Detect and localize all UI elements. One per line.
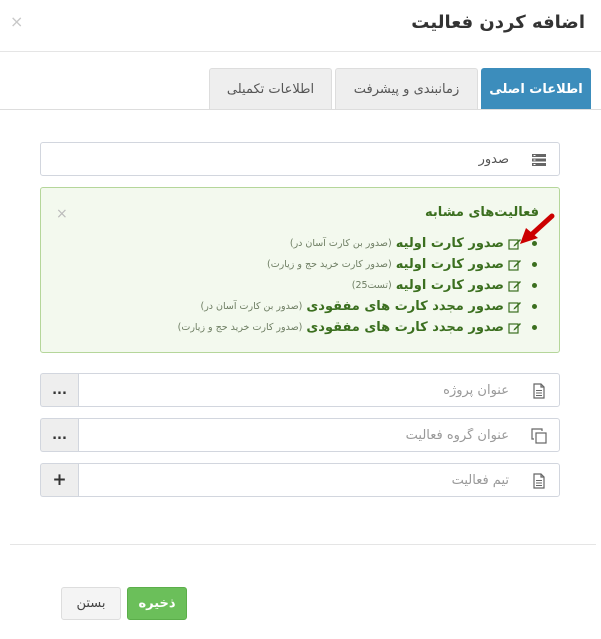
project-input[interactable] — [79, 374, 559, 406]
team-group: + — [40, 463, 560, 497]
activity-name-input[interactable] — [41, 143, 559, 175]
copy-icon — [531, 428, 547, 444]
bullet — [532, 283, 537, 288]
activity-name-box — [40, 142, 560, 176]
modal-header: اضافه کردن فعالیت × — [0, 0, 601, 52]
activity-detail: (تست25) — [351, 280, 392, 291]
activity-name: صدور کارت اولیه — [395, 278, 504, 293]
activity-detail: (صدور کارت خرید حج و زیارت) — [267, 259, 392, 270]
list-item[interactable]: صدور کارت اولیه (تست25) — [178, 275, 537, 296]
activity-group-group: ... — [40, 418, 560, 452]
list-item[interactable]: صدور مجدد کارت های مفقودی (صدور کارت خری… — [178, 317, 537, 338]
team-box — [78, 463, 560, 497]
activity-name: صدور مجدد کارت های مفقودی — [306, 299, 504, 314]
bullet — [532, 262, 537, 267]
activity-name: صدور مجدد کارت های مفقودی — [306, 320, 504, 335]
similar-activities-alert: × فعالیت‌های مشابه صدور کارت اولیه (صدور… — [40, 187, 560, 353]
bullet — [532, 325, 537, 330]
project-browse-button[interactable]: ... — [40, 373, 78, 407]
alert-close-icon[interactable]: × — [56, 206, 68, 222]
project-group: ... — [40, 373, 560, 407]
tabs-divider — [0, 109, 601, 110]
tab-schedule-progress[interactable]: زمانبندی و پیشرفت — [335, 68, 478, 110]
document-icon — [533, 473, 545, 489]
add-team-button[interactable]: + — [40, 463, 78, 497]
activity-detail: (صدور بن کارت آسان در) — [289, 238, 392, 249]
activity-name: صدور کارت اولیه — [395, 236, 504, 251]
similar-activities-list: صدور کارت اولیه (صدور بن کارت آسان در) ص… — [178, 233, 537, 338]
document-icon — [533, 383, 545, 399]
activity-name: صدور کارت اولیه — [395, 257, 504, 272]
close-icon[interactable]: × — [10, 14, 23, 30]
activity-group-input[interactable] — [79, 419, 559, 451]
edit-icon[interactable] — [508, 321, 522, 335]
tab-extra-info[interactable]: اطلاعات تکمیلی — [209, 68, 332, 110]
red-arrow-icon — [520, 213, 555, 244]
edit-icon[interactable] — [508, 300, 522, 314]
close-button[interactable]: بستن — [61, 587, 121, 620]
edit-icon[interactable] — [508, 279, 522, 293]
footer-divider — [10, 544, 596, 545]
team-input[interactable] — [79, 464, 559, 496]
edit-icon[interactable] — [508, 258, 522, 272]
activity-detail: (صدور بن کارت آسان در) — [200, 301, 303, 312]
activity-group-box — [78, 418, 560, 452]
list-item[interactable]: صدور مجدد کارت های مفقودی (صدور بن کارت … — [178, 296, 537, 317]
tab-main-info[interactable]: اطلاعات اصلی — [481, 68, 591, 110]
list-item[interactable]: صدور کارت اولیه (صدور کارت خرید حج و زیا… — [178, 254, 537, 275]
modal-title: اضافه کردن فعالیت — [411, 12, 585, 33]
activity-name-group — [40, 142, 560, 176]
bullet — [532, 304, 537, 309]
activity-detail: (صدور کارت خرید حج و زیارت) — [177, 322, 303, 333]
project-box — [78, 373, 560, 407]
save-button[interactable]: ذخیره — [127, 587, 187, 620]
activity-group-browse-button[interactable]: ... — [40, 418, 78, 452]
list-item[interactable]: صدور کارت اولیه (صدور بن کارت آسان در) — [178, 233, 537, 254]
list-icon — [532, 154, 546, 166]
